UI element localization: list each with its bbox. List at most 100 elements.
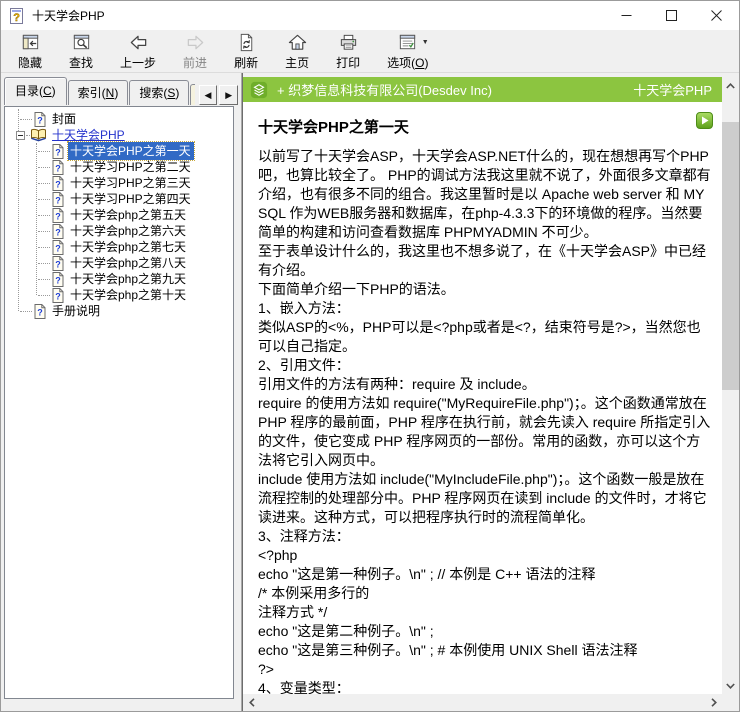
toolbar-button-label: 选项(O) — [387, 54, 428, 71]
tree-item-0[interactable]: 封面 — [7, 111, 233, 127]
help-viewer-window: 十天学会PHP 隐藏 查找 上一步 前进 刷新 主页 打印 ▼选项(O) — [0, 0, 740, 712]
print-button[interactable]: 打印 — [327, 31, 369, 72]
tab-search[interactable]: 搜索(S) — [129, 80, 189, 105]
content-paragraph: 以前写了十天学会ASP，十天学会ASP.NET什么的，现在想想再写个PHP吧，也… — [258, 147, 714, 242]
content-paragraph: echo "这是第一种例子。\n" ; // 本例是 C++ 语法的注释 — [258, 565, 714, 584]
title-bar: 十天学会PHP — [1, 1, 739, 30]
tab-label: 索引(N) — [78, 86, 119, 100]
play-icon — [701, 116, 709, 125]
close-button[interactable] — [694, 1, 739, 30]
tree-item-2[interactable]: 十天学会PHP之第一天 — [7, 143, 233, 159]
help-page-icon — [34, 112, 46, 127]
chevron-right-icon — [711, 698, 717, 707]
window-controls — [604, 1, 739, 30]
toolbar-button-label: 前进 — [183, 54, 207, 71]
refresh-icon — [235, 32, 257, 53]
header-book-title: 十天学会PHP — [625, 80, 712, 99]
maximize-button[interactable] — [649, 1, 694, 30]
toolbar-button-label: 打印 — [336, 54, 360, 71]
help-page-icon — [52, 160, 64, 175]
open-book-icon — [30, 128, 47, 142]
options-button[interactable]: ▼选项(O) — [378, 31, 437, 72]
help-page-icon — [52, 192, 64, 207]
scroll-up-button[interactable] — [722, 77, 739, 94]
tree-item-8[interactable]: 十天学会php之第七天 — [7, 239, 233, 255]
tab-scroll-right-button[interactable]: ▶ — [219, 85, 238, 105]
tree-item-5[interactable]: 十天学习PHP之第四天 — [7, 191, 233, 207]
content-paragraph: 3、注释方法： — [258, 527, 714, 546]
play-button[interactable] — [696, 112, 713, 129]
content-paragraph: 1、嵌入方法： — [258, 299, 714, 318]
app-help-icon — [8, 7, 26, 25]
scroll-left-button[interactable] — [243, 694, 260, 711]
toolbar-button-label: 隐藏 — [18, 54, 42, 71]
content-paragraph: 至于表单设计什么的，我这里也不想多说了，在《十天学会ASP》中已经有介绍。 — [258, 242, 714, 280]
content-paragraph: echo "这是第二种例子。\n" ; — [258, 622, 714, 641]
vertical-scroll-thumb[interactable] — [722, 122, 739, 390]
tree-item-10[interactable]: 十天学会php之第九天 — [7, 271, 233, 287]
help-page-icon — [52, 272, 64, 287]
help-page-icon — [52, 240, 64, 255]
vertical-scrollbar[interactable] — [722, 77, 739, 694]
close-icon — [711, 10, 722, 21]
tree-item-11[interactable]: 十天学会php之第十天 — [7, 287, 233, 303]
horizontal-scrollbar[interactable] — [243, 694, 722, 711]
help-page-icon — [52, 144, 64, 159]
tree-item-3[interactable]: 十天学习PHP之第二天 — [7, 159, 233, 175]
contents-tree: 封面十天学会PHP十天学会PHP之第一天十天学习PHP之第二天十天学习PHP之第… — [4, 106, 234, 699]
hide-icon — [19, 32, 41, 53]
forward-icon — [184, 32, 206, 53]
tab-contents[interactable]: 目录(C) — [4, 77, 67, 105]
print-icon — [337, 32, 359, 53]
tree-item-7[interactable]: 十天学会php之第六天 — [7, 223, 233, 239]
forward-button: 前进 — [174, 31, 216, 72]
tree-item-6[interactable]: 十天学会php之第五天 — [7, 207, 233, 223]
content-paragraph: 下面简单介绍一下PHP的语法。 — [258, 280, 714, 299]
tree-item-book[interactable]: 十天学会PHP — [7, 127, 233, 143]
maximize-icon — [666, 10, 677, 21]
topic-panel: + 织梦信息科技有限公司(Desdev Inc) 十天学会PHP 十天学会PHP… — [242, 73, 739, 711]
content-paragraph: 2、引用文件： — [258, 356, 714, 375]
tree-item-9[interactable]: 十天学会php之第八天 — [7, 255, 233, 271]
help-page-icon — [52, 256, 64, 271]
toolbar: 隐藏 查找 上一步 前进 刷新 主页 打印 ▼选项(O) — [1, 30, 739, 73]
chevron-left-icon: ◀ — [205, 90, 212, 101]
topic-content: 十天学会PHP之第一天 以前写了十天学会ASP，十天学会ASP.NET什么的，现… — [243, 102, 722, 694]
find-icon — [70, 32, 92, 53]
company-name: + 织梦信息科技有限公司(Desdev Inc) — [277, 80, 492, 99]
minimize-button[interactable] — [604, 1, 649, 30]
tab-index[interactable]: 索引(N) — [68, 80, 129, 105]
chevron-down-icon — [726, 683, 735, 689]
help-page-icon — [52, 208, 64, 223]
collapse-expander-icon[interactable] — [16, 131, 25, 140]
scrollbar-corner — [722, 694, 739, 711]
main-area: 目录(C)索引(N)搜索(S)◀▶ 封面十天学会PHP十天学会PHP之第一天十天… — [1, 73, 739, 711]
toolbar-button-label: 上一步 — [120, 54, 156, 71]
scroll-right-button[interactable] — [705, 694, 722, 711]
help-page-icon — [52, 176, 64, 191]
toolbar-button-label: 刷新 — [234, 54, 258, 71]
desdev-logo-icon — [250, 81, 268, 99]
topic-header-bar: + 织梦信息科技有限公司(Desdev Inc) 十天学会PHP — [243, 77, 722, 102]
vertical-scroll-track[interactable] — [722, 94, 739, 677]
tab-label: 搜索(S) — [139, 86, 179, 100]
hide-button[interactable]: 隐藏 — [9, 31, 51, 72]
refresh-button[interactable]: 刷新 — [225, 31, 267, 72]
content-paragraph: <?php — [258, 546, 714, 565]
tab-label: 目录(C) — [15, 84, 56, 98]
chevron-left-icon — [249, 698, 255, 707]
content-paragraph: include 使用方法如 include("MyIncludeFile.php… — [258, 470, 714, 527]
scroll-down-button[interactable] — [722, 677, 739, 694]
tree-item-12[interactable]: 手册说明 — [7, 303, 233, 319]
tree-item-4[interactable]: 十天学习PHP之第三天 — [7, 175, 233, 191]
sidebar-tabs: 目录(C) 索引(N) 搜索(S) ◀ ▶ — [4, 79, 238, 105]
find-button[interactable]: 查找 — [60, 31, 102, 72]
minimize-icon — [621, 10, 632, 21]
home-button[interactable]: 主页 — [276, 31, 318, 72]
tab-scroll-left-button[interactable]: ◀ — [199, 85, 218, 105]
toolbar-button-label: 主页 — [285, 54, 309, 71]
back-button[interactable]: 上一步 — [111, 31, 165, 72]
tab-clipped[interactable] — [190, 84, 194, 105]
topic-title: 十天学会PHP之第一天 — [258, 116, 714, 137]
content-paragraph: ?> — [258, 660, 714, 679]
